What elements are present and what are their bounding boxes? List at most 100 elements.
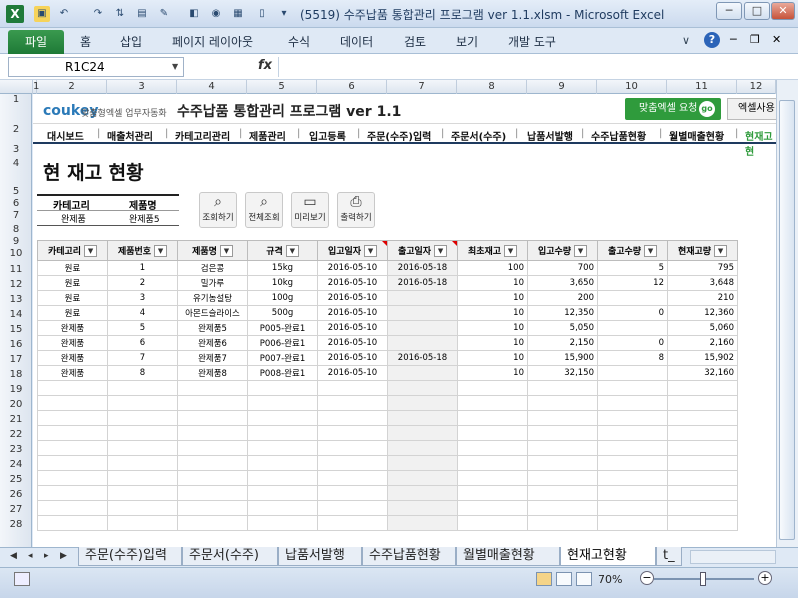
horizontal-scrollbar[interactable]: [690, 550, 776, 564]
table-cell[interactable]: [597, 425, 668, 441]
table-cell[interactable]: [37, 455, 108, 471]
table-cell[interactable]: [247, 380, 318, 396]
sheet-tab[interactable]: 수주납품현황: [362, 547, 456, 566]
table-cell[interactable]: [317, 440, 388, 456]
table-icon[interactable]: ▦: [230, 6, 246, 22]
table-cell[interactable]: 밀가루: [177, 275, 248, 291]
table-cell[interactable]: [317, 380, 388, 396]
filter-category-value[interactable]: 완제품: [61, 212, 86, 225]
table-cell[interactable]: 1: [107, 260, 178, 276]
tab-review[interactable]: 검토: [404, 33, 426, 50]
table-cell[interactable]: [597, 485, 668, 501]
table-row[interactable]: [37, 515, 738, 531]
table-cell[interactable]: 12,360: [667, 305, 738, 321]
insert-function-icon[interactable]: fx: [258, 58, 272, 73]
table-cell[interactable]: 2,160: [667, 335, 738, 351]
table-cell[interactable]: [317, 485, 388, 501]
table-cell[interactable]: 12: [597, 275, 668, 291]
filter-dropdown-icon[interactable]: ▼: [364, 245, 378, 258]
table-cell[interactable]: [107, 395, 178, 411]
nav-product[interactable]: 제품관리: [249, 128, 286, 143]
table-cell[interactable]: 완제품5: [177, 320, 248, 336]
table-cell[interactable]: 10: [457, 350, 528, 366]
table-cell[interactable]: [37, 380, 108, 396]
worksheet[interactable]: coukey 맞춤형엑셀 업무자동화 수주납품 통합관리 프로그램 ver 1.…: [33, 94, 776, 547]
table-cell[interactable]: [667, 380, 738, 396]
table-cell[interactable]: [37, 410, 108, 426]
table-cell[interactable]: 10: [457, 305, 528, 321]
table-cell[interactable]: [37, 470, 108, 486]
table-cell[interactable]: [667, 470, 738, 486]
row-header[interactable]: 23: [0, 444, 32, 455]
table-cell[interactable]: 2016-05-10: [317, 365, 388, 381]
table-cell[interactable]: 완제품: [37, 320, 108, 336]
row-header[interactable]: 2: [0, 124, 32, 135]
table-cell[interactable]: [387, 335, 458, 351]
table-cell[interactable]: [317, 455, 388, 471]
table-cell[interactable]: 2016-05-10: [317, 260, 388, 276]
table-cell[interactable]: [387, 455, 458, 471]
table-cell[interactable]: 2016-05-10: [317, 320, 388, 336]
preview-button[interactable]: ▭ 미리보기: [291, 192, 329, 228]
table-cell[interactable]: [667, 395, 738, 411]
table-cell[interactable]: [37, 440, 108, 456]
table-cell[interactable]: [387, 500, 458, 516]
zoom-slider-thumb[interactable]: [700, 572, 706, 586]
table-cell[interactable]: [527, 500, 598, 516]
table-row[interactable]: [37, 380, 738, 396]
table-cell[interactable]: 210: [667, 290, 738, 306]
filter-product-value[interactable]: 완제품5: [129, 212, 160, 225]
table-cell[interactable]: [597, 410, 668, 426]
table-cell[interactable]: [387, 470, 458, 486]
table-cell[interactable]: [667, 410, 738, 426]
sheet-tab[interactable]: 현재고현황: [560, 547, 656, 566]
table-cell[interactable]: 15,900: [527, 350, 598, 366]
row-header[interactable]: 20: [0, 399, 32, 410]
table-cell[interactable]: [597, 290, 668, 306]
table-cell[interactable]: [457, 380, 528, 396]
table-cell[interactable]: [107, 440, 178, 456]
nav-order-status[interactable]: 수주납품현황: [591, 128, 646, 143]
table-cell[interactable]: 10: [457, 275, 528, 291]
table-cell[interactable]: [527, 515, 598, 531]
table-cell[interactable]: 32,150: [527, 365, 598, 381]
table-cell[interactable]: [597, 500, 668, 516]
table-cell[interactable]: 3,650: [527, 275, 598, 291]
table-cell[interactable]: [107, 470, 178, 486]
table-cell[interactable]: 4: [107, 305, 178, 321]
table-cell[interactable]: 완제품7: [177, 350, 248, 366]
table-cell[interactable]: [107, 455, 178, 471]
table-cell[interactable]: 3,648: [667, 275, 738, 291]
table-cell[interactable]: P006-완료1: [247, 335, 318, 351]
zoom-out-button[interactable]: −: [640, 571, 654, 585]
table-row[interactable]: [37, 455, 738, 471]
table-cell[interactable]: 유기농설탕: [177, 290, 248, 306]
column-header[interactable]: 4: [177, 80, 247, 94]
vertical-scroll-thumb[interactable]: [779, 100, 795, 540]
table-cell[interactable]: [107, 410, 178, 426]
nav-customer[interactable]: 매출처관리: [107, 128, 153, 143]
table-cell[interactable]: [457, 395, 528, 411]
table-cell[interactable]: 5: [597, 260, 668, 276]
table-cell[interactable]: [597, 515, 668, 531]
table-cell[interactable]: [107, 515, 178, 531]
table-row[interactable]: 완제품 5 완제품5 P005-완료1 2016-05-10 10 5,050 5,060: [37, 320, 738, 336]
select-all-corner[interactable]: [0, 80, 33, 94]
table-cell[interactable]: 10: [457, 335, 528, 351]
workbook-restore-icon[interactable]: ❐: [750, 33, 760, 46]
row-header[interactable]: 15: [0, 324, 32, 335]
table-cell[interactable]: [247, 500, 318, 516]
table-cell[interactable]: [457, 455, 528, 471]
filter-dropdown-icon[interactable]: ▼: [434, 245, 448, 258]
sheet-tab[interactable]: 주문(수주)입력: [78, 547, 182, 566]
tab-developer[interactable]: 개발 도구: [508, 33, 556, 50]
column-header[interactable]: 12: [737, 80, 776, 94]
table-cell[interactable]: 2,150: [527, 335, 598, 351]
table-cell[interactable]: 완제품6: [177, 335, 248, 351]
table-cell[interactable]: [177, 470, 248, 486]
minimize-button[interactable]: ─: [716, 2, 742, 20]
table-cell[interactable]: [177, 455, 248, 471]
table-cell[interactable]: 검은콩: [177, 260, 248, 276]
table-cell[interactable]: [527, 425, 598, 441]
table-cell[interactable]: [667, 500, 738, 516]
